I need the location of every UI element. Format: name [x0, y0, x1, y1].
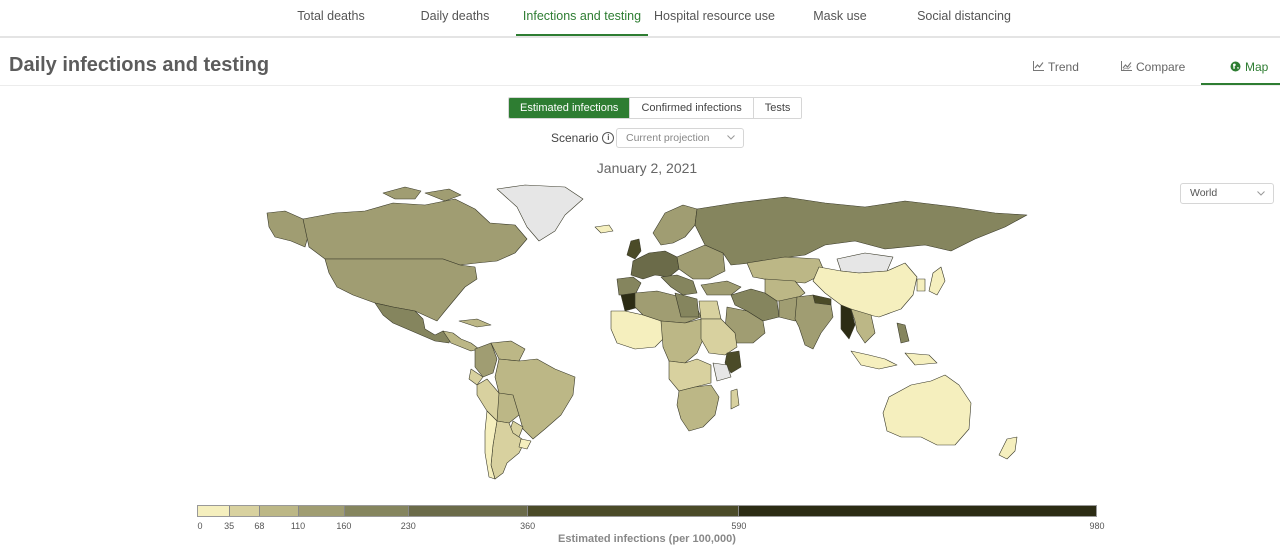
legend-bin — [260, 506, 299, 516]
view-tab-compare[interactable]: Compare — [1121, 56, 1185, 85]
tab-mask-use[interactable]: Mask use — [808, 0, 872, 34]
region-southern-africa[interactable] — [676, 384, 720, 432]
region-new-zealand[interactable] — [998, 436, 1018, 460]
region-uk[interactable] — [626, 238, 642, 260]
legend-tick-label: 360 — [520, 521, 536, 531]
region-kazakhstan[interactable] — [746, 256, 826, 284]
tab-infections-and-testing[interactable]: Infections and testing — [516, 0, 648, 36]
legend-tick-label: 68 — [254, 521, 265, 531]
scenario-label-text: Scenario — [551, 131, 599, 145]
globe-icon — [1230, 61, 1241, 72]
legend-bin — [738, 506, 1096, 516]
view-tab-compare-label: Compare — [1136, 60, 1186, 74]
top-navigation: Total deaths Daily deaths Infections and… — [0, 0, 1280, 38]
legend-tick-label: 980 — [1089, 521, 1105, 531]
region-korea[interactable] — [916, 278, 926, 292]
world-map[interactable] — [265, 183, 1035, 483]
view-tab-map[interactable]: Map — [1201, 56, 1280, 85]
region-scandinavia[interactable] — [652, 204, 698, 246]
region-canada[interactable] — [302, 198, 528, 266]
tab-daily-deaths[interactable]: Daily deaths — [414, 0, 496, 34]
region-turkey[interactable] — [700, 280, 742, 296]
region-indonesia[interactable] — [850, 350, 938, 370]
tab-hospital-resource-use[interactable]: Hospital resource use — [654, 0, 775, 34]
legend-tick-label: 590 — [731, 521, 747, 531]
info-icon[interactable]: i — [602, 132, 615, 144]
tab-total-deaths[interactable]: Total deaths — [288, 0, 374, 34]
region-central-africa[interactable] — [660, 318, 706, 364]
legend-bin — [198, 506, 231, 516]
scenario-select-value: Current projection — [626, 132, 710, 144]
line-chart-icon — [1033, 61, 1044, 71]
region-egypt[interactable] — [698, 300, 722, 320]
map-date: January 2, 2021 — [596, 160, 698, 176]
scenario-label: Scenario i — [551, 131, 615, 145]
legend-tick-label: 110 — [290, 521, 306, 531]
chevron-down-icon — [727, 135, 735, 140]
metric-toggle: Estimated infections Confirmed infection… — [508, 97, 803, 119]
view-tab-trend-label: Trend — [1048, 60, 1079, 74]
estimated-infections-button[interactable]: Estimated infections — [509, 98, 630, 118]
region-cuba[interactable] — [458, 318, 492, 328]
legend-bin — [527, 506, 739, 516]
legend-bin — [344, 506, 409, 516]
region-uruguay[interactable] — [518, 438, 532, 450]
legend-bin — [230, 506, 261, 516]
region-madagascar[interactable] — [730, 388, 740, 410]
legend-tick-label: 35 — [224, 521, 235, 531]
compare-chart-icon — [1121, 61, 1132, 71]
view-tab-trend[interactable]: Trend — [1033, 56, 1079, 85]
region-mongolia[interactable] — [836, 252, 894, 274]
region-philippines[interactable] — [896, 322, 910, 344]
legend-title: Estimated infections (per 100,000) — [558, 533, 736, 545]
region-iberia[interactable] — [616, 276, 642, 296]
legend-tick-label: 230 — [400, 521, 416, 531]
region-canada-islands[interactable] — [382, 186, 462, 202]
confirmed-infections-button[interactable]: Confirmed infections — [629, 98, 753, 118]
legend-tick-label: 160 — [336, 521, 352, 531]
region-select[interactable]: World — [1180, 183, 1274, 204]
view-tab-map-label: Map — [1245, 60, 1269, 74]
region-iceland[interactable] — [594, 224, 614, 234]
page-title: Daily infections and testing — [9, 54, 270, 76]
legend-bin — [408, 506, 528, 516]
region-australia[interactable] — [882, 374, 972, 446]
chevron-down-icon — [1257, 190, 1265, 196]
tab-social-distancing[interactable]: Social distancing — [912, 0, 1016, 34]
header-divider — [0, 85, 1280, 86]
tests-button[interactable]: Tests — [752, 98, 802, 118]
region-alaska[interactable] — [266, 210, 310, 248]
region-select-value: World — [1190, 187, 1218, 199]
legend-tick-label: 0 — [197, 521, 203, 531]
legend-color-scale — [197, 505, 1097, 517]
scenario-select[interactable]: Current projection — [616, 128, 744, 148]
region-japan[interactable] — [928, 266, 946, 296]
legend-bin — [298, 506, 345, 516]
